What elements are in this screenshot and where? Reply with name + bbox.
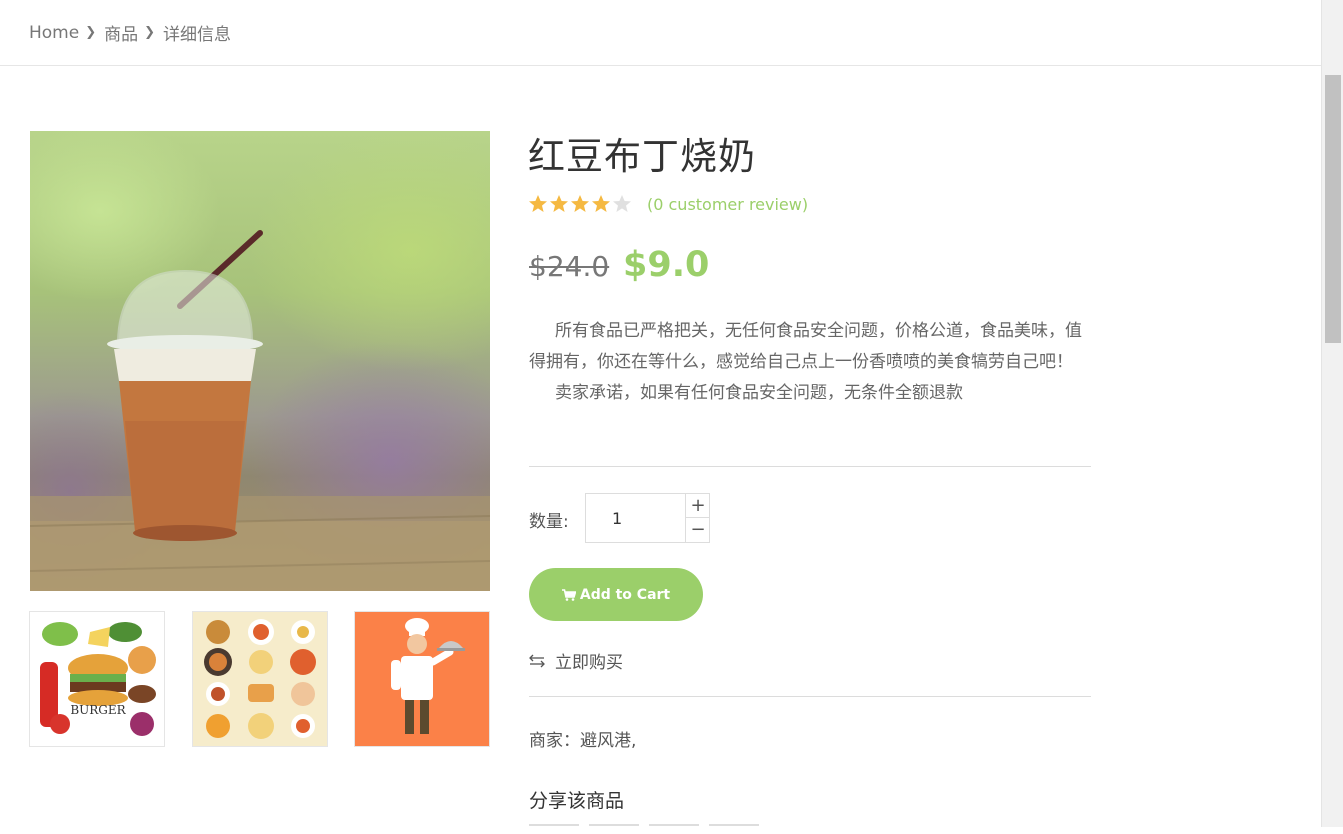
sale-price: $9.0 <box>623 245 710 285</box>
iced-milk-tea-image <box>30 230 490 591</box>
share-button[interactable] <box>529 824 579 834</box>
product-title: 红豆布丁烧奶 <box>528 135 756 178</box>
share-buttons <box>529 824 769 834</box>
chevron-right-icon: ❯ <box>144 25 156 40</box>
share-button[interactable] <box>709 824 759 834</box>
thumbnail-dishes[interactable] <box>192 611 328 747</box>
scrollbar-thumb[interactable] <box>1325 75 1341 343</box>
star-rating <box>528 194 633 214</box>
share-title: 分享该商品 <box>529 790 625 812</box>
add-to-cart-button[interactable]: Add to Cart <box>529 568 703 621</box>
quantity-stepper: + − <box>585 493 710 543</box>
scrollbar[interactable] <box>1321 0 1343 827</box>
dishes-menu-icon <box>204 619 316 739</box>
exchange-icon <box>529 654 545 667</box>
burger-ingredients-icon: BURGER <box>40 622 156 736</box>
thumbnail-chef[interactable] <box>354 611 490 747</box>
description-paragraph: 所有食品已严格把关，无任何食品安全问题，价格公道，食品美味，值得拥有，你还在等什… <box>529 321 1082 372</box>
star-icon <box>529 195 547 212</box>
divider <box>529 466 1091 467</box>
svg-text:BURGER: BURGER <box>70 703 126 717</box>
breadcrumb-current: 详细信息 <box>163 25 232 45</box>
quantity-buttons: + − <box>685 494 710 542</box>
add-to-cart-label: Add to Cart <box>579 586 671 603</box>
breadcrumb-home-link[interactable]: Home <box>29 23 79 43</box>
chevron-right-icon: ❯ <box>85 25 97 40</box>
chef-icon <box>391 618 465 734</box>
breadcrumb-category-link[interactable]: 商品 <box>104 20 138 45</box>
cart-icon <box>561 588 576 601</box>
breadcrumb: Home ❯ 商品 ❯ 详细信息 <box>0 0 1321 66</box>
increment-button[interactable]: + <box>686 494 710 518</box>
original-price: $24.0 <box>529 250 610 283</box>
divider <box>529 696 1091 697</box>
buy-now-label: 立即购买 <box>555 653 623 673</box>
quantity-input[interactable] <box>586 494 685 542</box>
description-paragraph: 卖家承诺，如果有任何食品安全问题，无条件全额退款 <box>555 383 963 403</box>
star-icon <box>550 195 568 212</box>
quantity-label: 数量: <box>529 512 569 532</box>
star-icon <box>592 195 610 212</box>
star-icon <box>571 195 589 212</box>
product-description: 所有食品已严格把关，无任何食品安全问题，价格公道，食品美味，值得拥有，你还在等什… <box>529 316 1089 409</box>
product-rating: (0 customer review) <box>528 194 808 214</box>
share-button[interactable] <box>649 824 699 834</box>
product-main-image <box>30 131 490 591</box>
thumbnail-burger[interactable]: BURGER <box>29 611 165 747</box>
review-link[interactable]: (0 customer review) <box>647 195 808 214</box>
buy-now-link[interactable]: 立即购买 <box>529 648 623 673</box>
merchant-info: 商家：避风港, <box>529 731 637 751</box>
star-icon <box>613 195 631 212</box>
decrement-button[interactable]: − <box>686 518 710 542</box>
share-button[interactable] <box>589 824 639 834</box>
